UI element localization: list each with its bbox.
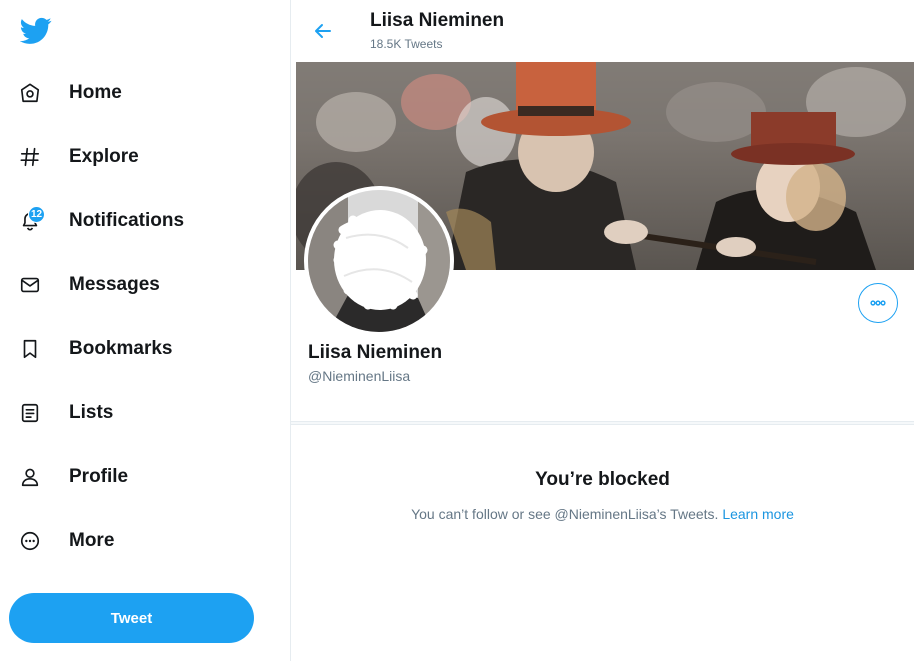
profile-name: Liisa Nieminen [308, 342, 443, 363]
tweet-button[interactable]: Tweet [9, 593, 254, 643]
sidebar-item-label: Messages [69, 274, 160, 295]
sidebar-item-more[interactable]: More [14, 519, 114, 563]
twitter-bird-icon[interactable] [19, 14, 52, 46]
profile-header: Liisa Nieminen 18.5K Tweets [291, 0, 914, 62]
bookmark-icon [14, 333, 46, 365]
profile-more-button[interactable] [858, 283, 898, 323]
sidebar-item-notifications[interactable]: 12 Notifications [14, 199, 184, 243]
sidebar-item-label: Explore [69, 146, 139, 167]
sidebar-item-profile[interactable]: Profile [14, 455, 128, 499]
sidebar-item-label: Bookmarks [69, 338, 173, 359]
bell-icon: 12 [14, 205, 46, 237]
blocked-message: You can’t follow or see @NieminenLiisa’s… [291, 506, 914, 522]
envelope-icon [14, 269, 46, 301]
profile-handle: @NieminenLiisa [308, 368, 411, 384]
person-icon [14, 461, 46, 493]
sidebar-item-label: Home [69, 82, 122, 103]
learn-more-link[interactable]: Learn more [722, 506, 794, 522]
sidebar: Home Explore 12 Notifications Messages B… [0, 0, 291, 661]
header-profile-name: Liisa Nieminen [370, 10, 505, 31]
more-circle-icon [14, 525, 46, 557]
header-tweet-count: 18.5K Tweets [370, 37, 443, 51]
sidebar-item-explore[interactable]: Explore [14, 135, 139, 179]
home-icon [14, 77, 46, 109]
sidebar-item-label: More [69, 530, 115, 551]
blocked-title: You’re blocked [535, 469, 670, 490]
sidebar-item-bookmarks[interactable]: Bookmarks [14, 327, 173, 371]
notification-badge: 12 [28, 206, 46, 223]
blocked-message-text: You can’t follow or see @NieminenLiisa’s… [411, 506, 719, 522]
list-icon [14, 397, 46, 429]
profile-main: Liisa Nieminen 18.5K Tweets Liisa Niemin… [291, 0, 914, 661]
sidebar-item-lists[interactable]: Lists [14, 391, 113, 435]
sidebar-item-home[interactable]: Home [14, 71, 122, 115]
sidebar-item-label: Notifications [69, 210, 185, 231]
hashtag-icon [14, 141, 46, 173]
sidebar-item-label: Lists [69, 402, 114, 423]
sidebar-item-messages[interactable]: Messages [14, 263, 160, 307]
section-divider [291, 421, 914, 425]
profile-avatar[interactable] [304, 186, 454, 336]
back-arrow-icon[interactable] [311, 19, 335, 43]
sidebar-item-label: Profile [69, 466, 129, 487]
more-horizontal-icon [870, 300, 886, 306]
